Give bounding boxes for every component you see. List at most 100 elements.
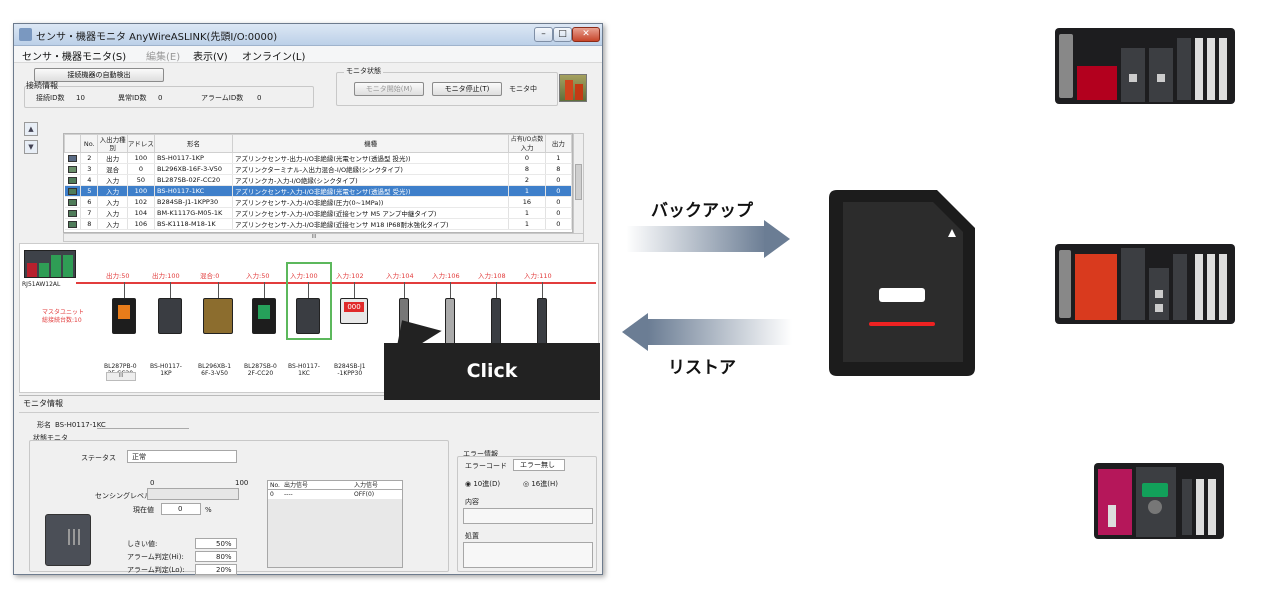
sensing-level-label: センシングレベル [95,492,151,500]
device-address-label: 入力:50 [246,272,270,280]
table-row[interactable]: 5 入力 100 BS-H0117-1KC アズリンクセンサ-入力-I/O非絶縁(光電セ… [64,185,572,197]
cell-model: B284SB-J1-1KPP30 [154,196,233,208]
maximize-button[interactable]: □ [553,27,572,42]
status-label: ステータス [81,454,116,462]
cell-io: 入力 [97,218,128,230]
cell-out: 0 [545,185,572,197]
master-unit-icon[interactable] [24,250,76,278]
device-address-label: 混合:0 [200,272,220,280]
alarm-hi-field: 80% [195,551,237,562]
monitor-stop-button[interactable]: モニタ停止(T) [432,82,502,96]
backup-arrow-shaft [626,226,766,252]
device-type-icon [64,207,82,219]
network-device-icon[interactable]: 000 [340,298,368,324]
move-up-button[interactable]: ▲ [24,122,38,136]
cell-model: BS-K1118-M18-1K [154,218,233,230]
menu-sensor-monitor[interactable]: センサ・機器モニタ(S) [22,48,126,63]
device-model-name: BS-H0117- 1KP [150,363,182,377]
radix-decimal-radio[interactable]: ◉ 10進(D) [465,480,500,489]
sensor-monitor-window: センサ・機器モニタ AnyWireASLINK(先頭I/O:0000) – □ … [13,23,603,575]
cell-addr: 100 [127,185,156,197]
action-field [463,542,593,568]
connection-info-title: 接続情報 [26,81,58,90]
col-address-header[interactable]: アドレス [126,134,156,153]
restore-arrow-shaft [648,319,792,345]
monitor-info-pane: モニタ情報 形名 BS-H0117-1KC 状態モニタ ステータス 正常 0 1… [19,395,599,575]
table-row[interactable]: 4 入力 50 BL287SB-02F-CC20 アズリンクカ-入力-I/O絶縁(シンク… [64,174,572,186]
cell-io: 入力 [97,207,128,219]
device-drop-line [354,282,355,298]
device-drop-line [124,282,125,298]
menu-view[interactable]: 表示(V) [193,48,228,63]
cell-addr: 104 [127,207,156,219]
col-io-points-input-header[interactable]: 占有I/O点数 入力 [508,134,546,153]
device-drop-line [170,282,171,298]
range-max: 100 [235,479,249,487]
auto-detect-button[interactable]: 接続機器の自動検出 [34,68,164,82]
cell-io: 出力 [97,152,128,164]
table-row[interactable]: 2 出力 100 BS-H0117-1KP アズリンクセンサ-出力-I/O非絶縁(光電セ… [64,152,572,164]
table-row[interactable]: 7 入力 104 BM-K1117G-M05-1K アズリンクセンサ-入力-I/O非絶縁… [64,207,572,219]
cell-type: アズリンクセンサ-出力-I/O非絶縁(光電センサ(透過型 投光)) [232,152,510,164]
network-device-icon[interactable] [252,298,276,334]
diagram-scroll-thumb[interactable]: III [106,372,136,381]
network-device-icon[interactable] [112,298,136,334]
cell-type: アズリンクセンサ-入力-I/O非絶縁(近接センサ M5 アンプ中継タイプ) [232,207,510,219]
connection-info-group [24,86,314,108]
table-row[interactable]: 3 混合 0 BL296XB-16F-3-V50 アズリンクターミナル-入出力混合-I/… [64,163,572,175]
cell-model: BS-H0117-1KP [154,152,233,164]
cell-no: 4 [80,174,99,186]
col-model-header[interactable]: 形名 [154,134,233,153]
device-drop-line [496,282,497,298]
cell-in: 0 [508,152,546,164]
table-vertical-scrollbar[interactable] [573,133,584,234]
alarm-lo-label: アラーム判定(Lo): [127,566,185,574]
network-device-icon[interactable] [203,298,233,334]
device-address-label: 出力:50 [106,272,130,280]
radix-hex-radio[interactable]: ◎ 16進(H) [523,480,558,489]
table-row[interactable]: 6 入力 102 B284SB-J1-1KPP30 アズリンクセンサ-入力-I/O非絶縁… [64,196,572,208]
menu-online[interactable]: オンライン(L) [242,48,305,63]
cell-addr: 102 [127,196,156,208]
cell-in: 1 [508,218,546,230]
error-code-label: エラーコード [465,462,507,470]
plc-unit-3-icon [1094,463,1224,539]
cell-no: 5 [80,185,99,197]
move-down-button[interactable]: ▼ [24,140,38,154]
col-no-header[interactable]: No. [80,134,99,153]
title-bar: センサ・機器モニタ AnyWireASLINK(先頭I/O:0000) – □ … [14,24,602,46]
sensing-level-bar [147,488,239,500]
close-button[interactable]: ✕ [572,27,600,42]
col-device-type-header[interactable]: 機種 [231,134,510,153]
device-address-label: 入力:102 [336,272,364,280]
device-drop-line [404,282,405,298]
monitor-status-text: モニタ中 [509,85,537,93]
col-io-points-output-header[interactable]: 出力 [544,134,572,153]
menu-bar: センサ・機器モニタ(S) 編集(E) 表示(V) オンライン(L) [14,46,602,63]
cell-type: アズリンクセンサ-入力-I/O非絶縁(光電センサ(透過型 受光)) [232,185,510,197]
error-count-value: 0 [158,94,163,102]
sensor-device-icon [45,514,91,566]
monitor-start-button[interactable]: モニタ開始(M) [354,82,424,96]
col-io-type-header[interactable]: 入出力種別 [97,134,128,153]
cell-type: アズリンクターミナル-入出力混合-I/O絶縁(シンクタイプ) [232,163,510,175]
network-device-icon[interactable] [158,298,182,334]
restore-label: リストア [668,358,736,378]
monitor-state-title: モニタ状態 [344,67,383,76]
table-row[interactable]: 8 入力 106 BS-K1118-M18-1K アズリンクセンサ-入力-I/O非絶縁(… [64,218,572,230]
cell-out: 0 [545,207,572,219]
app-icon [19,28,32,41]
total-connections: 総接続台数:10 [42,317,82,324]
menu-edit[interactable]: 編集(E) [146,48,180,63]
device-address-label: 出力:100 [152,272,180,280]
cell-no: 6 [80,196,99,208]
threshold-field: 50% [195,538,237,549]
table-horizontal-scrollbar[interactable]: III [63,233,584,242]
device-table: No. 入出力種別 アドレス 形名 機種 占有I/O点数 入力 出力 2 出力 100… [63,133,573,233]
device-model-name: BS-H0117- 1KC [288,363,320,377]
cell-out: 1 [545,152,572,164]
device-type-icon [64,218,82,230]
minimize-button[interactable]: – [534,27,553,42]
selected-device-highlight [286,262,332,340]
device-address-label: 入力:106 [432,272,460,280]
